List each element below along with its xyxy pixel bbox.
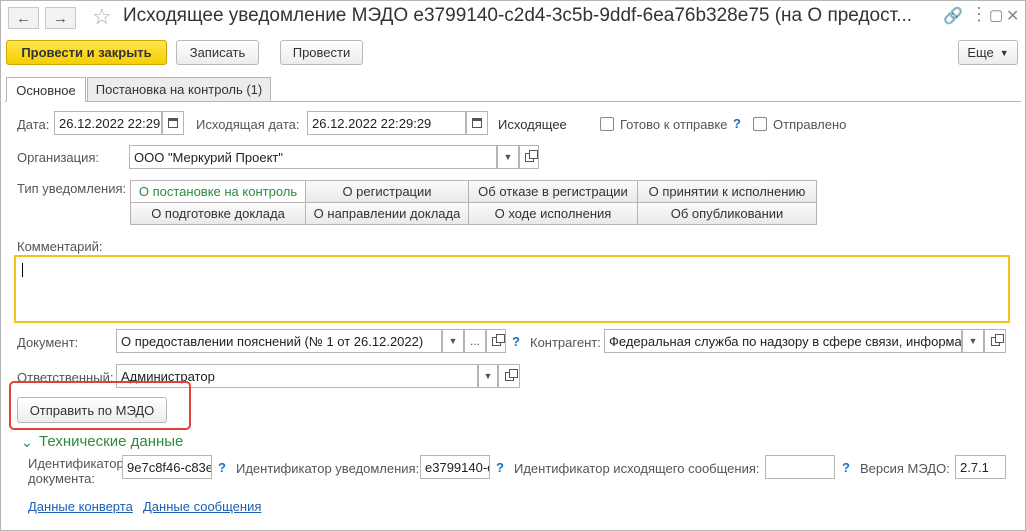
out-date-field[interactable]: 26.12.2022 22:29:29	[307, 111, 466, 135]
sent-checkbox[interactable]	[753, 117, 767, 131]
comment-textarea[interactable]	[14, 255, 1010, 323]
date-label: Дата:	[17, 117, 50, 132]
chevron-down-icon: ▼	[968, 336, 978, 346]
help-icon[interactable]: ?	[512, 334, 520, 349]
document-label: Документ:	[17, 335, 79, 350]
help-icon[interactable]: ?	[218, 460, 226, 475]
text-cursor	[22, 263, 23, 277]
help-icon[interactable]: ?	[842, 460, 850, 475]
open-icon	[524, 149, 538, 162]
direction-text: Исходящее	[498, 117, 567, 132]
window-title: Исходящее уведомление МЭДО e3799140-c2d4…	[123, 5, 913, 26]
maximize-icon[interactable]: ▢	[989, 6, 1003, 24]
tab-control[interactable]: Постановка на контроль (1)	[87, 77, 271, 101]
chevron-down-icon: ▼	[999, 47, 1009, 58]
tab-main[interactable]: Основное	[6, 77, 86, 102]
counterparty-open-button[interactable]	[984, 329, 1006, 353]
back-button[interactable]: ←	[8, 7, 39, 29]
help-icon[interactable]: ?	[733, 116, 741, 131]
notif-type-label: Тип уведомления:	[17, 181, 127, 196]
ready-checkbox[interactable]	[600, 117, 614, 131]
open-icon	[990, 333, 1004, 346]
out-msg-id-label: Идентификатор исходящего сообщения:	[514, 461, 760, 476]
open-icon	[504, 368, 518, 381]
date-field[interactable]: 26.12.2022 22:29:	[54, 111, 162, 135]
envelope-data-link[interactable]: Данные конверта	[28, 499, 133, 514]
org-field[interactable]: ООО "Меркурий Проект"	[129, 145, 497, 169]
version-field[interactable]: 2.7.1	[955, 455, 1006, 479]
document-open-button[interactable]	[486, 329, 506, 353]
arrow-right-icon: →	[53, 9, 68, 27]
doc-id-label-line1: Идентификатор	[28, 456, 124, 471]
notif-type-option-report-sent[interactable]: О направлении доклада	[305, 202, 469, 225]
arrow-left-icon: ←	[16, 9, 31, 27]
org-open-button[interactable]	[519, 145, 539, 169]
counterparty-field[interactable]: Федеральная служба по надзору в сфере св…	[604, 329, 962, 353]
message-data-link[interactable]: Данные сообщения	[143, 499, 261, 514]
document-field[interactable]: О предоставлении пояснений (№ 1 от 26.12…	[116, 329, 442, 353]
tab-divider	[5, 101, 1021, 102]
doc-id-label-line2: документа:	[28, 471, 95, 486]
open-icon	[491, 333, 505, 346]
calendar-icon	[168, 118, 178, 128]
out-msg-id-field[interactable]	[765, 455, 835, 479]
chevron-down-icon: ▼	[503, 152, 513, 162]
notif-id-label: Идентификатор уведомления:	[236, 461, 420, 476]
chevron-down-icon[interactable]: ⌄	[21, 434, 33, 451]
forward-button[interactable]: →	[45, 7, 76, 29]
notif-type-option-report-prep[interactable]: О подготовке доклада	[130, 202, 306, 225]
more-label: Еще	[967, 45, 994, 60]
responsible-open-button[interactable]	[498, 364, 520, 388]
notif-type-option-registration[interactable]: О регистрации	[305, 180, 469, 203]
sent-label: Отправлено	[773, 117, 847, 132]
org-label: Организация:	[17, 150, 100, 165]
favorite-star-icon[interactable]: ☆	[92, 4, 112, 30]
notif-type-option-acceptance[interactable]: О принятии к исполнению	[637, 180, 817, 203]
post-and-close-button[interactable]: Провести и закрыть	[6, 40, 167, 65]
more-vertical-icon[interactable]: ⋮	[970, 4, 988, 25]
counterparty-dropdown-button[interactable]: ▼	[962, 329, 984, 353]
calendar-icon	[472, 118, 482, 128]
link-icon[interactable]: 🔗	[943, 6, 963, 26]
responsible-dropdown-button[interactable]: ▼	[478, 364, 498, 388]
org-dropdown-button[interactable]: ▼	[497, 145, 519, 169]
notif-type-option-refusal[interactable]: Об отказе в регистрации	[468, 180, 638, 203]
send-medo-button[interactable]: Отправить по МЭДО	[17, 397, 167, 423]
chevron-down-icon: ▼	[483, 371, 493, 381]
notif-type-option-published[interactable]: Об опубликовании	[637, 202, 817, 225]
tech-section-title[interactable]: Технические данные	[39, 433, 183, 450]
close-icon[interactable]: ✕	[1006, 6, 1019, 26]
calendar-button[interactable]	[162, 111, 184, 135]
comment-label: Комментарий:	[17, 239, 103, 254]
out-date-label: Исходящая дата:	[196, 117, 300, 132]
ready-label: Готово к отправке	[620, 117, 728, 132]
doc-id-field[interactable]: 9e7c8f46-c83e	[122, 455, 212, 479]
notif-id-field[interactable]: e3799140-c	[420, 455, 490, 479]
counterparty-label: Контрагент:	[530, 335, 601, 350]
save-button[interactable]: Записать	[176, 40, 259, 65]
help-icon[interactable]: ?	[496, 460, 504, 475]
document-dropdown-button[interactable]: ▼	[442, 329, 464, 353]
notif-type-option-progress[interactable]: О ходе исполнения	[468, 202, 638, 225]
more-button[interactable]: Еще ▼	[958, 40, 1018, 65]
post-button[interactable]: Провести	[280, 40, 363, 65]
version-label: Версия МЭДО:	[860, 461, 950, 476]
out-calendar-button[interactable]	[466, 111, 488, 135]
document-select-button[interactable]: ...	[464, 329, 486, 353]
chevron-down-icon: ▼	[448, 336, 458, 346]
notif-type-option-control[interactable]: О постановке на контроль	[130, 180, 306, 203]
